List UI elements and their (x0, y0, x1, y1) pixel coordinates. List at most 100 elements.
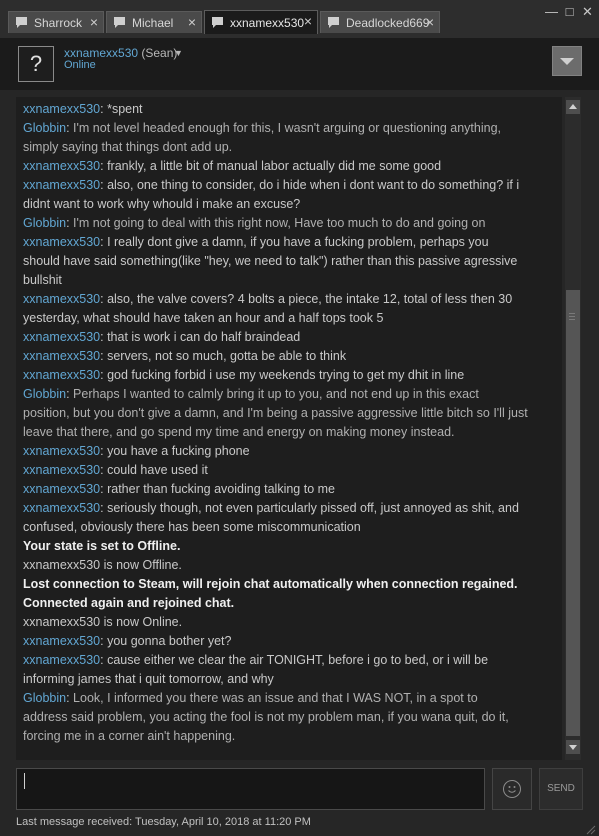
tab-label: Michael (132, 15, 174, 30)
send-button[interactable]: SEND (539, 768, 583, 810)
message-username[interactable]: Globbin (23, 387, 66, 401)
chat-message: Globbin: Look, I informed you there was … (23, 689, 562, 746)
last-message-status: Last message received: Tuesday, April 10… (16, 816, 311, 828)
message-text: you gonna bother yet? (107, 634, 232, 648)
scroll-up-icon[interactable] (566, 100, 580, 114)
chat-messages: xxnamexx530: *spent Globbin: I'm not leve… (16, 97, 562, 746)
message-separator: : (66, 121, 74, 135)
message-line: xxnamexx530: that is work i can do half … (23, 328, 562, 347)
system-message: Connected again and rejoined chat. (23, 594, 562, 613)
message-text: Look, I informed you there was an issue … (73, 691, 478, 705)
resize-grip-icon[interactable] (584, 822, 596, 835)
message-line: xxnamexx530: I really dont give a damn, … (23, 233, 562, 252)
chat-message: xxnamexx530: frankly, a little bit of ma… (23, 157, 562, 176)
tab-sharrock[interactable]: Sharrock × (8, 11, 104, 33)
chat-message: xxnamexx530: servers, not so much, gotta… (23, 347, 562, 366)
tab-close-icon[interactable]: × (304, 14, 312, 29)
message-text: seriously though, not even particularly … (107, 501, 519, 515)
tab-michael[interactable]: Michael × (106, 11, 202, 33)
chat-message: xxnamexx530: you have a fucking phone (23, 442, 562, 461)
message-username[interactable]: xxnamexx530 (23, 463, 100, 477)
chat-menu-button[interactable] (552, 46, 582, 76)
tab-close-icon[interactable]: × (188, 15, 196, 30)
message-line: xxnamexx530: also, one thing to consider… (23, 176, 562, 195)
tab-xxnamexx530[interactable]: xxnamexx530 × (204, 10, 318, 34)
message-text: Perhaps I wanted to calmly bring it up t… (73, 387, 479, 401)
chat-message: xxnamexx530: seriously though, not even … (23, 499, 562, 537)
message-username[interactable]: xxnamexx530 (23, 634, 100, 648)
message-line: xxnamexx530: servers, not so much, gotta… (23, 347, 562, 366)
friend-alias: (Sean) (138, 46, 178, 60)
tab-bar: Sharrock × Michael × xxnamexx530 × Deadl… (0, 0, 599, 38)
avatar[interactable]: ? (18, 46, 54, 82)
tab-label: Sharrock (34, 15, 83, 30)
chat-bubble-icon (327, 16, 340, 29)
message-text: address said problem, you acting the foo… (23, 710, 509, 724)
message-text: position, but you don't give a damn, and… (23, 406, 528, 420)
minimize-icon[interactable]: — (544, 4, 559, 19)
message-text: also, the valve covers? 4 bolts a piece,… (107, 292, 513, 306)
system-message-text: Lost connection to Steam, will rejoin ch… (23, 577, 518, 591)
message-username[interactable]: xxnamexx530 (23, 330, 100, 344)
maximize-icon[interactable]: □ (562, 4, 577, 19)
message-line: xxnamexx530: you have a fucking phone (23, 442, 562, 461)
chat-message: xxnamexx530: that is work i can do half … (23, 328, 562, 347)
message-separator: : (66, 387, 74, 401)
scroll-thumb[interactable] (566, 290, 580, 736)
message-username[interactable]: xxnamexx530 (23, 444, 100, 458)
message-text: confused, obviously there has been some … (23, 520, 361, 534)
text-cursor (24, 773, 25, 789)
chat-message: xxnamexx530: also, the valve covers? 4 b… (23, 290, 562, 328)
message-username[interactable]: Globbin (23, 691, 66, 705)
message-text: didnt want to work why whould i make an … (23, 197, 301, 211)
message-username[interactable]: xxnamexx530 (23, 349, 100, 363)
message-text: leave that there, and go spend my time a… (23, 425, 455, 439)
message-line: Globbin: Look, I informed you there was … (23, 689, 562, 708)
message-line: bullshit (23, 271, 562, 290)
system-message: Lost connection to Steam, will rejoin ch… (23, 575, 562, 594)
message-text: *spent (107, 102, 143, 116)
tab-close-icon[interactable]: × (90, 15, 98, 30)
system-message-text: Connected again and rejoined chat. (23, 596, 235, 610)
message-line: xxnamexx530: also, the valve covers? 4 b… (23, 290, 562, 309)
emoticon-button[interactable] (492, 768, 532, 810)
message-username[interactable]: xxnamexx530 (23, 178, 100, 192)
tab-deadlocked669[interactable]: Deadlocked669 × (320, 11, 440, 33)
message-username[interactable]: Globbin (23, 216, 66, 230)
chat-message: Globbin: Perhaps I wanted to calmly brin… (23, 385, 562, 442)
message-username[interactable]: xxnamexx530 (23, 482, 100, 496)
message-text: cause either we clear the air TONIGHT, b… (107, 653, 489, 667)
message-text: that is work i can do half braindead (107, 330, 301, 344)
message-username[interactable]: xxnamexx530 (23, 159, 100, 173)
tab-close-icon[interactable]: × (426, 15, 434, 30)
chevron-down-icon[interactable]: ▼ (174, 48, 183, 58)
message-line: xxnamexx530: seriously though, not even … (23, 499, 562, 518)
message-line: leave that there, and go spend my time a… (23, 423, 562, 442)
message-username[interactable]: xxnamexx530 (23, 292, 100, 306)
friend-name[interactable]: xxnamexx530 (Sean) (64, 46, 177, 60)
message-text: yesterday, what should have taken an hou… (23, 311, 384, 325)
message-text: rather than fucking avoiding talking to … (107, 482, 335, 496)
message-input[interactable] (16, 768, 485, 810)
chat-scrollbar[interactable] (565, 97, 581, 760)
message-username[interactable]: xxnamexx530 (23, 368, 100, 382)
message-line: xxnamexx530: god fucking forbid i use my… (23, 366, 562, 385)
message-separator: : (66, 216, 74, 230)
chat-message: xxnamexx530: also, one thing to consider… (23, 176, 562, 214)
message-username[interactable]: xxnamexx530 (23, 501, 100, 515)
message-line: Globbin: I'm not level headed enough for… (23, 119, 562, 138)
message-username[interactable]: xxnamexx530 (23, 102, 100, 116)
grip-icon (569, 313, 575, 322)
message-username[interactable]: Globbin (23, 121, 66, 135)
chat-message: xxnamexx530: cause either we clear the a… (23, 651, 562, 689)
close-icon[interactable]: ✕ (580, 4, 595, 19)
message-username[interactable]: xxnamexx530 (23, 235, 100, 249)
message-line: forcing me in a corner ain't happening. (23, 727, 562, 746)
message-line: Globbin: Perhaps I wanted to calmly brin… (23, 385, 562, 404)
scroll-down-icon[interactable] (566, 740, 580, 754)
message-username[interactable]: xxnamexx530 (23, 653, 100, 667)
chat-message: Globbin: I'm not level headed enough for… (23, 119, 562, 157)
message-line: simply saying that things dont add up. (23, 138, 562, 157)
message-text: simply saying that things dont add up. (23, 140, 233, 154)
chat-message: xxnamexx530: god fucking forbid i use my… (23, 366, 562, 385)
